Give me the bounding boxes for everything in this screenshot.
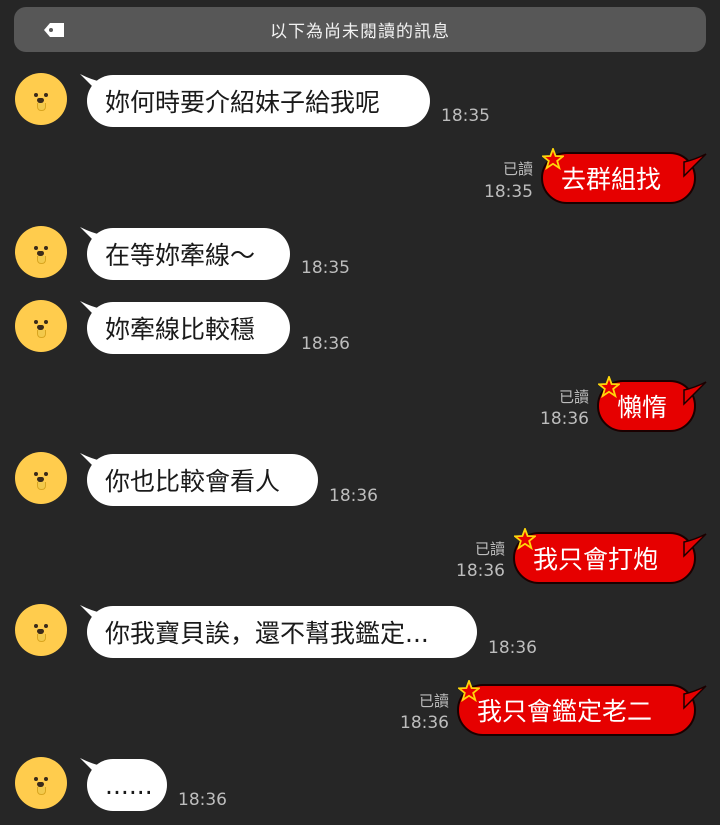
bubble-tail	[683, 153, 707, 178]
star-icon	[458, 680, 480, 702]
message-text: 妳何時要介紹妹子給我呢	[105, 88, 381, 117]
message-text: 我只會打炮	[533, 545, 659, 574]
message-time: 18:36	[540, 409, 589, 429]
avatar[interactable]	[15, 604, 67, 656]
message-bubble[interactable]: 妳何時要介紹妹子給我呢	[87, 75, 430, 127]
read-receipt: 已讀	[558, 388, 589, 406]
message-text: 懶惰	[617, 393, 668, 422]
bubble-tail	[683, 533, 707, 558]
avatar[interactable]	[15, 300, 67, 352]
message-text: 在等妳牽線～	[105, 241, 256, 270]
star-icon	[514, 528, 536, 550]
read-receipt: 已讀	[474, 540, 505, 558]
avatar[interactable]	[15, 452, 67, 504]
message-bubble[interactable]: 妳牽線比較穩	[87, 302, 290, 354]
unread-divider-banner: 以下為尚未閱讀的訊息	[14, 7, 706, 52]
message-text: 你也比較會看人	[105, 467, 281, 496]
tag-icon	[44, 23, 64, 37]
unread-divider-text: 以下為尚未閱讀的訊息	[270, 22, 450, 42]
message-time: 18:35	[301, 258, 350, 278]
message-text: ......	[105, 770, 153, 800]
message-bubble[interactable]: 去群組找	[541, 152, 696, 204]
message-time: 18:36	[178, 790, 227, 810]
message-time: 18:35	[484, 182, 533, 202]
bubble-tail	[683, 685, 707, 710]
avatar[interactable]	[15, 73, 67, 125]
read-receipt: 已讀	[418, 692, 449, 710]
star-icon	[598, 376, 620, 398]
bubble-tail	[683, 381, 707, 406]
message-text: 妳牽線比較穩	[105, 315, 256, 344]
message-text: 去群組找	[561, 165, 662, 194]
message-bubble[interactable]: 我只會打炮	[513, 532, 696, 584]
message-text: 你我寶貝誒，還不幫我鑑定...	[105, 619, 429, 648]
message-bubble[interactable]: 你也比較會看人	[87, 454, 318, 506]
message-time: 18:36	[488, 638, 537, 658]
star-icon	[542, 148, 564, 170]
message-text: 我只會鑑定老二	[477, 697, 653, 726]
message-time: 18:36	[400, 713, 449, 733]
message-bubble[interactable]: 你我寶貝誒，還不幫我鑑定...	[87, 606, 477, 658]
message-time: 18:36	[329, 486, 378, 506]
message-time: 18:36	[456, 561, 505, 581]
message-bubble[interactable]: 我只會鑑定老二	[457, 684, 696, 736]
read-receipt: 已讀	[502, 160, 533, 178]
avatar[interactable]	[15, 226, 67, 278]
message-bubble[interactable]: 在等妳牽線～	[87, 228, 290, 280]
message-time: 18:35	[441, 106, 490, 126]
avatar[interactable]	[15, 757, 67, 809]
message-time: 18:36	[301, 334, 350, 354]
message-bubble[interactable]: ......	[87, 759, 167, 811]
